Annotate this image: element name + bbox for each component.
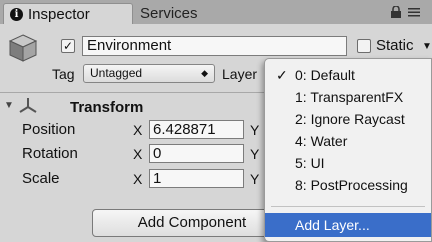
menu-separator xyxy=(271,206,425,207)
rotation-x-axis[interactable]: X xyxy=(133,146,142,162)
checkmark-icon: ✓ xyxy=(276,67,288,83)
position-y-axis[interactable]: Y xyxy=(250,122,259,138)
position-x-field[interactable]: 6.428871 xyxy=(149,120,244,139)
position-x-axis[interactable]: X xyxy=(133,122,142,138)
tag-value: Untagged xyxy=(90,66,143,80)
static-checkbox[interactable] xyxy=(357,39,371,53)
foldout-arrow-icon[interactable]: ▼ xyxy=(4,100,14,111)
cube-icon xyxy=(8,34,38,62)
scale-y-axis[interactable]: Y xyxy=(250,171,259,187)
layer-menu-item-ignore-raycast[interactable]: 2: Ignore Raycast xyxy=(265,108,431,130)
tab-inspector[interactable]: i Inspector xyxy=(3,3,133,24)
tab-services[interactable]: Services xyxy=(140,5,198,22)
add-component-button[interactable]: Add Component xyxy=(92,209,292,237)
rotation-x-field[interactable]: 0 xyxy=(149,144,244,163)
info-icon: i xyxy=(10,7,23,21)
layer-menu-item-default[interactable]: ✓ 0: Default xyxy=(265,64,431,86)
tag-label: Tag xyxy=(52,66,75,82)
tab-inspector-label: Inspector xyxy=(28,5,90,23)
object-name-field[interactable]: Environment xyxy=(82,36,347,56)
active-checkbox[interactable]: ✓ xyxy=(61,39,75,53)
position-label: Position xyxy=(22,121,76,138)
transform-title: Transform xyxy=(70,99,144,116)
layer-label: Layer xyxy=(222,66,258,82)
rotation-y-axis[interactable]: Y xyxy=(250,146,259,162)
scale-label: Scale xyxy=(22,170,60,187)
transform-icon xyxy=(19,98,37,113)
layer-menu-item-label: 0: Default xyxy=(295,67,355,83)
layer-menu-item-postprocessing[interactable]: 8: PostProcessing xyxy=(265,174,431,196)
tab-bar: i Inspector Services xyxy=(0,0,432,24)
menu-icon[interactable] xyxy=(407,6,421,18)
layer-menu-item-transparentfx[interactable]: 1: TransparentFX xyxy=(265,86,431,108)
scale-x-field[interactable]: 1 xyxy=(149,169,244,188)
layer-menu-item-ui[interactable]: 5: UI xyxy=(265,152,431,174)
rotation-label: Rotation xyxy=(22,145,78,162)
dropdown-arrows-icon: ◆ xyxy=(201,68,208,78)
lock-icon[interactable] xyxy=(390,6,402,18)
add-layer-menu-item[interactable]: Add Layer... xyxy=(265,213,431,237)
scale-x-axis[interactable]: X xyxy=(133,171,142,187)
static-dropdown-arrow[interactable]: ▼ xyxy=(422,41,432,52)
static-label: Static xyxy=(376,37,414,54)
layer-popup-menu: ✓ 0: Default 1: TransparentFX 2: Ignore … xyxy=(264,58,432,242)
layer-menu-item-water[interactable]: 4: Water xyxy=(265,130,431,152)
inspector-window: i Inspector Services ✓ Environment Stati… xyxy=(0,0,432,242)
tag-dropdown[interactable]: Untagged ◆ xyxy=(83,64,215,83)
